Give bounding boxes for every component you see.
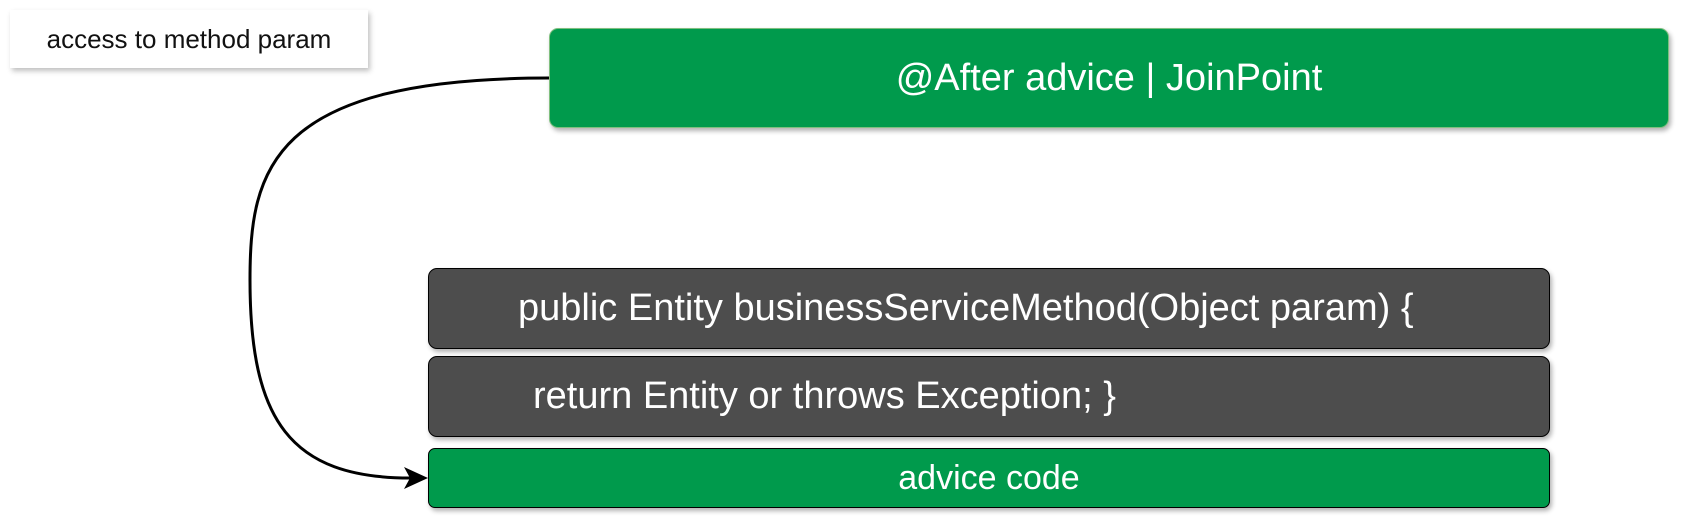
annotation-note-text: access to method param — [46, 23, 332, 54]
advice-code-text: advice code — [898, 458, 1080, 497]
method-return-box: return Entity or throws Exception; } — [428, 356, 1550, 437]
method-return-text: return Entity or throws Exception; } — [533, 375, 1116, 417]
arrowhead-icon — [404, 467, 428, 489]
annotation-note: access to method param — [10, 10, 368, 68]
advice-code-box: advice code — [428, 448, 1550, 508]
method-signature-box: public Entity businessServiceMethod(Obje… — [428, 268, 1550, 349]
after-advice-box: @After advice | JoinPoint — [549, 28, 1669, 128]
after-advice-label: @After advice | JoinPoint — [895, 56, 1323, 99]
method-signature-text: public Entity businessServiceMethod(Obje… — [518, 287, 1414, 329]
